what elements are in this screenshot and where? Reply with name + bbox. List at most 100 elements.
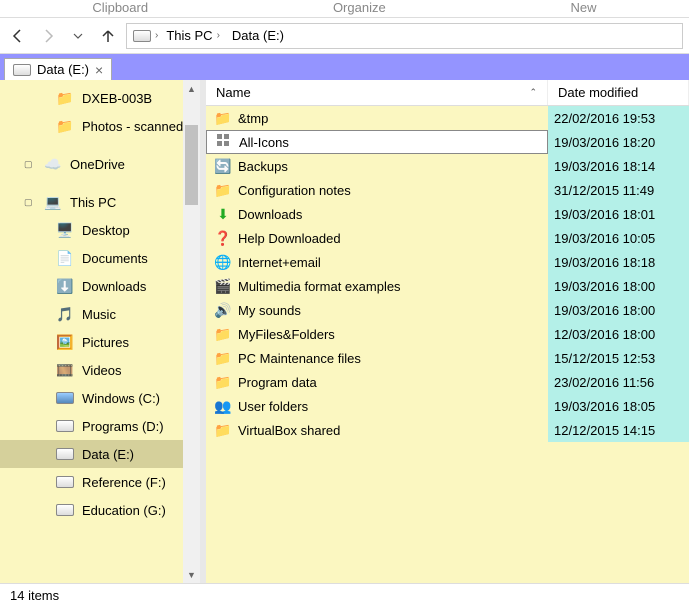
sidebar-item[interactable]: Education (G:) [0, 496, 200, 524]
file-row[interactable]: ⬇Downloads19/03/2016 18:01 [206, 202, 689, 226]
main-area: DXEB-003BPhotos - scanned▢☁️OneDrive▢💻Th… [0, 80, 689, 583]
sidebar-item[interactable]: 🎞️ Videos [0, 356, 200, 384]
file-row[interactable]: 🔄Backups19/03/2016 18:14 [206, 154, 689, 178]
navigation-bar: › This PC› Data (E:) [0, 18, 689, 54]
sounds-icon: 🔊 [214, 301, 232, 319]
sidebar-item-label: OneDrive [70, 157, 125, 172]
folder-icon [214, 349, 232, 367]
file-name: Downloads [238, 207, 302, 222]
sidebar-item[interactable]: ⬇️ Downloads [0, 272, 200, 300]
column-header-date[interactable]: Date modified [548, 80, 689, 105]
downloads-icon: ⬇️ [56, 277, 74, 295]
sidebar-item-label: DXEB-003B [82, 91, 152, 106]
address-bar[interactable]: › This PC› Data (E:) [126, 23, 683, 49]
sidebar-item[interactable]: Reference (F:) [0, 468, 200, 496]
file-name: Configuration notes [238, 183, 351, 198]
sidebar-item-label: Education (G:) [82, 503, 166, 518]
tab-data-e[interactable]: Data (E:) × [4, 58, 112, 80]
column-headers: Name⌃ Date modified [206, 80, 689, 106]
file-row[interactable]: 🎬Multimedia format examples19/03/2016 18… [206, 274, 689, 298]
back-button[interactable] [6, 24, 30, 48]
scroll-thumb[interactable] [185, 125, 198, 205]
drive-icon [56, 417, 74, 435]
file-row[interactable]: Program data23/02/2016 11:56 [206, 370, 689, 394]
file-row[interactable]: 👥User folders19/03/2016 18:05 [206, 394, 689, 418]
navigation-pane[interactable]: DXEB-003BPhotos - scanned▢☁️OneDrive▢💻Th… [0, 80, 200, 583]
file-name: All-Icons [239, 135, 289, 150]
videos-icon: 🎞️ [56, 361, 74, 379]
file-row[interactable]: 🔊My sounds19/03/2016 18:00 [206, 298, 689, 322]
forward-button[interactable] [36, 24, 60, 48]
chevron-right-icon[interactable]: › [155, 30, 158, 41]
internet-icon: 🌐 [214, 253, 232, 271]
file-row[interactable]: All-Icons19/03/2016 18:20 [206, 130, 689, 154]
folder-icon [214, 109, 232, 127]
file-name: VirtualBox shared [238, 423, 340, 438]
help-icon: ❓ [214, 229, 232, 247]
sidebar-item[interactable]: Windows (C:) [0, 384, 200, 412]
sidebar-item-label: Photos - scanned [82, 119, 183, 134]
file-name: Backups [238, 159, 288, 174]
tab-strip: Data (E:) × [0, 54, 689, 80]
breadcrumb-segment[interactable]: This PC› [162, 26, 224, 45]
folder-icon [214, 325, 232, 343]
sidebar-item[interactable]: Photos - scanned [0, 112, 200, 140]
sidebar-item[interactable]: Data (E:) [0, 440, 200, 468]
content-pane: Name⌃ Date modified &tmp22/02/2016 19:53… [206, 80, 689, 583]
sidebar-item[interactable]: Programs (D:) [0, 412, 200, 440]
sidebar-item-label: Programs (D:) [82, 419, 164, 434]
file-name-cell: MyFiles&Folders [206, 322, 548, 346]
drive-c-icon [56, 389, 74, 407]
breadcrumb-segment[interactable]: Data (E:) [228, 26, 288, 45]
sidebar-scrollbar[interactable]: ▲ ▼ [183, 80, 200, 583]
file-name: &tmp [238, 111, 268, 126]
expand-icon[interactable]: ▢ [24, 197, 36, 208]
sidebar-item-label: Videos [82, 363, 122, 378]
file-date-cell: 19/03/2016 18:18 [548, 250, 689, 274]
file-name-cell: PC Maintenance files [206, 346, 548, 370]
expand-icon[interactable]: ▢ [24, 159, 36, 170]
file-row[interactable]: VirtualBox shared 12/12/2015 14:15 [206, 418, 689, 442]
sidebar-item[interactable]: 🖼️Pictures [0, 328, 200, 356]
sidebar-item[interactable]: ▢💻This PC [0, 188, 200, 216]
file-date-cell: 23/02/2016 11:56 [548, 370, 689, 394]
file-list[interactable]: &tmp22/02/2016 19:53All-Icons19/03/2016 … [206, 106, 689, 583]
file-date-cell: 12/12/2015 14:15 [548, 418, 689, 442]
onedrive-icon: ☁️ [44, 155, 62, 173]
file-date-cell: 19/03/2016 18:14 [548, 154, 689, 178]
file-date-cell: 12/03/2016 18:00 [548, 322, 689, 346]
recent-dropdown[interactable] [66, 24, 90, 48]
scroll-up-icon[interactable]: ▲ [183, 80, 200, 97]
sidebar-item-label: Documents [82, 251, 148, 266]
sidebar-item[interactable]: ▢ ☁️ OneDrive [0, 150, 200, 178]
thispc-icon: 💻 [44, 193, 62, 211]
folder-icon [56, 89, 74, 107]
file-row[interactable]: &tmp22/02/2016 19:53 [206, 106, 689, 130]
scroll-track[interactable] [183, 97, 200, 566]
drive-icon [56, 445, 74, 463]
column-label: Name [216, 85, 251, 100]
drive-icon [13, 61, 31, 79]
file-name-cell: VirtualBox shared [206, 418, 548, 442]
item-count: 14 items [10, 588, 59, 603]
file-row[interactable]: MyFiles&Folders12/03/2016 18:00 [206, 322, 689, 346]
chevron-right-icon[interactable]: › [217, 30, 220, 41]
file-name: My sounds [238, 303, 301, 318]
sidebar-item[interactable]: DXEB-003B [0, 84, 200, 112]
desktop-icon: 🖥️ [56, 221, 74, 239]
file-row[interactable]: ❓Help Downloaded19/03/2016 10:05 [206, 226, 689, 250]
sidebar-item[interactable]: 🖥️Desktop [0, 216, 200, 244]
file-row[interactable]: 🌐Internet+email19/03/2016 18:18 [206, 250, 689, 274]
file-name-cell: 👥User folders [206, 394, 548, 418]
up-button[interactable] [96, 24, 120, 48]
file-row[interactable]: PC Maintenance files15/12/2015 12:53 [206, 346, 689, 370]
column-header-name[interactable]: Name⌃ [206, 80, 548, 105]
close-icon[interactable]: × [95, 63, 103, 77]
scroll-down-icon[interactable]: ▼ [183, 566, 200, 583]
sidebar-item[interactable]: 🎵Music [0, 300, 200, 328]
sidebar-item[interactable]: 📄Documents [0, 244, 200, 272]
file-row[interactable]: Configuration notes31/12/2015 11:49 [206, 178, 689, 202]
users-icon: 👥 [214, 397, 232, 415]
sidebar-item-label: Downloads [82, 279, 146, 294]
folder-icon [214, 373, 232, 391]
